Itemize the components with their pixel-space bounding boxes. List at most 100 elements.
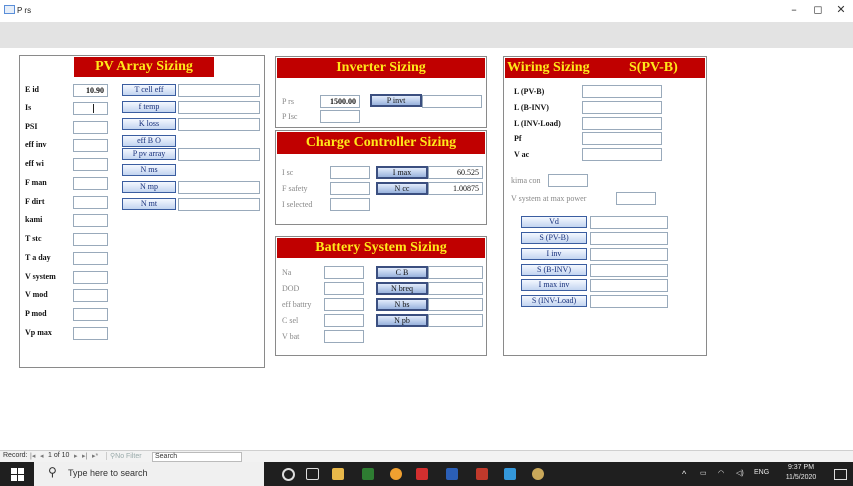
p-pv-array-result[interactable] xyxy=(178,148,260,161)
f-safety-field[interactable] xyxy=(330,182,370,195)
t-cell-eff-result[interactable] xyxy=(178,84,260,97)
chrome-icon[interactable] xyxy=(390,468,402,480)
v-system-field[interactable] xyxy=(73,271,108,284)
photos-icon[interactable] xyxy=(504,468,516,480)
vd-result[interactable] xyxy=(590,216,668,229)
word-icon[interactable] xyxy=(446,468,458,480)
eff-b-o-button[interactable]: eff B O xyxy=(122,135,176,147)
t-cell-eff-button[interactable]: T cell eff xyxy=(122,84,176,96)
c-sel-field[interactable] xyxy=(324,314,364,327)
p-invt-result[interactable] xyxy=(422,95,482,108)
l-b-inv-field[interactable] xyxy=(582,101,662,114)
dod-field[interactable] xyxy=(324,282,364,295)
p-mod-field[interactable] xyxy=(73,308,108,321)
close-button[interactable]: ✕ xyxy=(834,3,848,17)
n-ms-button[interactable]: N ms xyxy=(122,164,176,176)
n-mt-result[interactable] xyxy=(178,198,260,211)
i-max-inv-button[interactable]: I max inv xyxy=(521,279,587,291)
clock-time[interactable]: 9:37 PM xyxy=(784,464,818,471)
e-id-field[interactable]: 10.90 xyxy=(73,84,108,97)
c-b-button[interactable]: C B xyxy=(376,266,428,279)
i-inv-result[interactable] xyxy=(590,248,668,261)
first-record-button[interactable]: |◂ xyxy=(30,452,35,460)
i-sc-field[interactable] xyxy=(330,166,370,179)
v-ac-field[interactable] xyxy=(582,148,662,161)
clock-date[interactable]: 11/5/2020 xyxy=(784,474,818,481)
s-inv-load-button[interactable]: S (INV-Load) xyxy=(521,295,587,307)
p-isc-field[interactable] xyxy=(320,110,360,123)
battery-icon[interactable]: ▭ xyxy=(700,469,707,477)
access-icon[interactable] xyxy=(476,468,488,480)
is-field[interactable] xyxy=(73,102,108,115)
new-record-button[interactable]: ▸* xyxy=(92,452,98,460)
i-max-inv-result[interactable] xyxy=(590,279,668,292)
vp-max-field[interactable] xyxy=(73,327,108,340)
v-mod-field[interactable] xyxy=(73,289,108,302)
n-mt-button[interactable]: N mt xyxy=(122,198,176,210)
t-a-day-field[interactable] xyxy=(73,252,108,265)
record-position[interactable]: 1 of 10 xyxy=(48,452,69,459)
cortana-icon[interactable] xyxy=(282,468,295,481)
s-pv-b-button[interactable]: S (PV-B) xyxy=(521,232,587,244)
i-max-button[interactable]: I max xyxy=(376,166,428,179)
l-pv-b-field[interactable] xyxy=(582,85,662,98)
n-bs-button[interactable]: N bs xyxy=(376,298,428,311)
p-invt-button[interactable]: P invt xyxy=(370,94,422,107)
previous-record-button[interactable]: ◂ xyxy=(40,452,44,460)
s-b-inv-button[interactable]: S (B-INV) xyxy=(521,264,587,276)
v-system-max-power-field[interactable] xyxy=(616,192,656,205)
f-man-field[interactable] xyxy=(73,177,108,190)
i-selected-field[interactable] xyxy=(330,198,370,211)
n-pb-result[interactable] xyxy=(428,314,483,327)
n-breq-result[interactable] xyxy=(428,282,483,295)
volume-icon[interactable]: ◁) xyxy=(736,469,744,477)
n-bs-result[interactable] xyxy=(428,298,483,311)
l-inv-load-field[interactable] xyxy=(582,117,662,130)
kima-con-field[interactable] xyxy=(548,174,588,187)
s-pv-b-result[interactable] xyxy=(590,232,668,245)
maximize-button[interactable]: ◻ xyxy=(811,3,825,17)
record-search-input[interactable]: Search xyxy=(152,452,242,462)
k-loss-button[interactable]: K loss xyxy=(122,118,176,130)
i-inv-button[interactable]: I inv xyxy=(521,248,587,260)
minimize-button[interactable]: – xyxy=(787,3,801,17)
acrobat-icon[interactable] xyxy=(416,468,428,480)
eff-inv-field[interactable] xyxy=(73,139,108,152)
windows-start-icon[interactable] xyxy=(11,468,24,481)
no-filter-button[interactable]: ⚲ No Filter xyxy=(106,452,142,460)
kami-field[interactable] xyxy=(73,214,108,227)
f-dirt-field[interactable] xyxy=(73,196,108,209)
next-record-button[interactable]: ▸ xyxy=(74,452,78,460)
f-temp-button[interactable]: f temp xyxy=(122,101,176,113)
s-b-inv-result[interactable] xyxy=(590,264,668,277)
wifi-icon[interactable]: ◠ xyxy=(718,469,724,477)
n-mp-result[interactable] xyxy=(178,181,260,194)
psi-field[interactable] xyxy=(73,121,108,134)
eff-battry-field[interactable] xyxy=(324,298,364,311)
f-temp-result[interactable] xyxy=(178,101,260,114)
n-mp-button[interactable]: N mp xyxy=(122,181,176,193)
v-bat-field[interactable] xyxy=(324,330,364,343)
last-record-button[interactable]: ▸| xyxy=(82,452,87,460)
p-pv-array-button[interactable]: P pv array xyxy=(122,148,176,160)
paint-icon[interactable] xyxy=(532,468,544,480)
n-cc-result[interactable]: 1.00875 xyxy=(428,182,483,195)
s-inv-load-result[interactable] xyxy=(590,295,668,308)
n-pb-button[interactable]: N pb xyxy=(376,314,428,327)
language-indicator[interactable]: ENG xyxy=(754,469,769,476)
i-max-result[interactable]: 60.525 xyxy=(428,166,483,179)
t-stc-field[interactable] xyxy=(73,233,108,246)
p-rs-field[interactable]: 1500.00 xyxy=(320,95,360,108)
na-field[interactable] xyxy=(324,266,364,279)
k-loss-result[interactable] xyxy=(178,118,260,131)
task-view-icon[interactable] xyxy=(306,468,319,480)
n-cc-button[interactable]: N cc xyxy=(376,182,428,195)
pf-field[interactable] xyxy=(582,132,662,145)
notification-icon[interactable] xyxy=(834,469,847,480)
vd-button[interactable]: Vd xyxy=(521,216,587,228)
tray-chevron-icon[interactable]: ^ xyxy=(682,469,686,479)
n-breq-button[interactable]: N breq xyxy=(376,282,428,295)
calculator-icon[interactable] xyxy=(362,468,374,480)
taskbar-search-box[interactable]: ⚲ Type here to search xyxy=(34,462,264,486)
eff-wi-field[interactable] xyxy=(73,158,108,171)
